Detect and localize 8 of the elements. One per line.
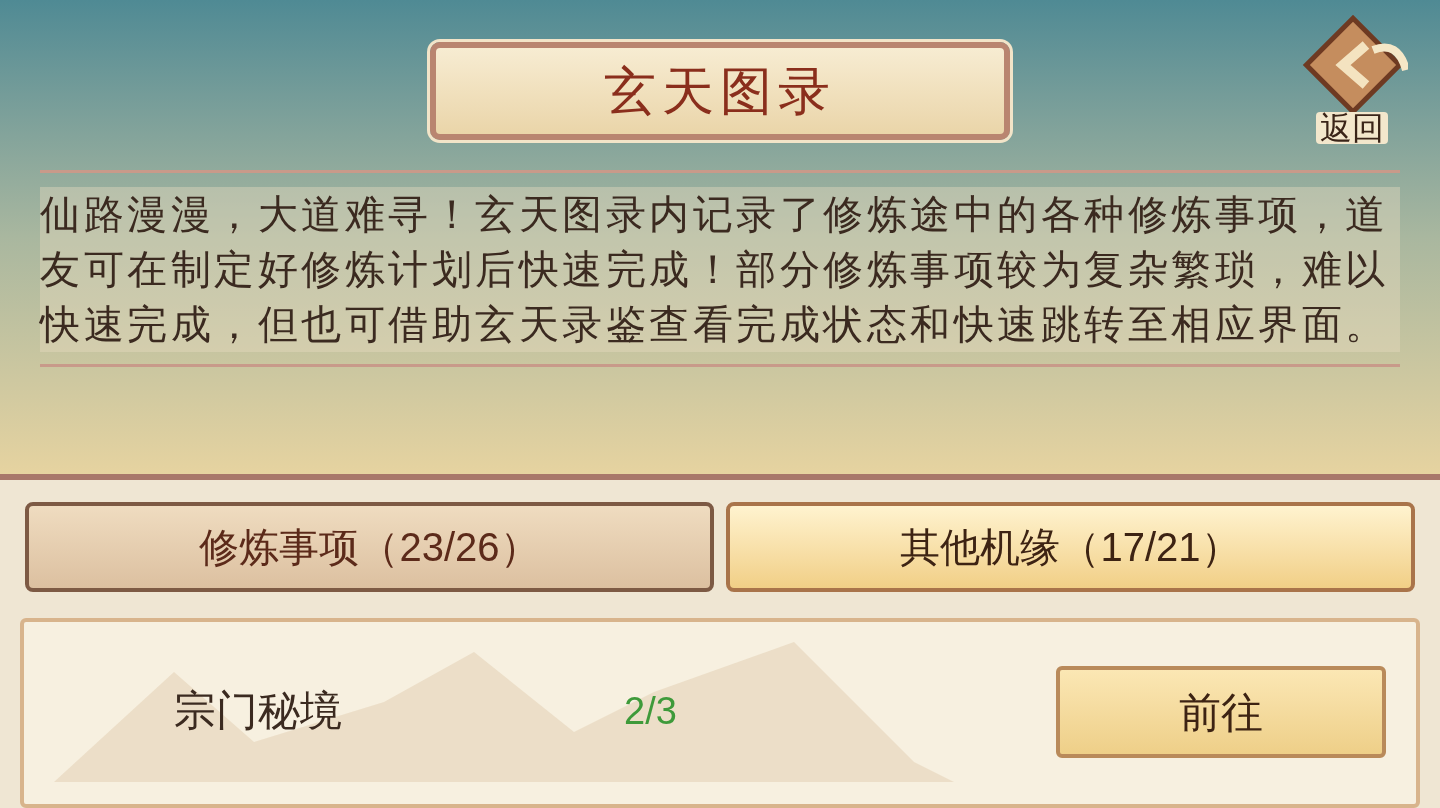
back-button[interactable]: 返回 [1292,8,1412,148]
go-button[interactable]: 前往 [1056,666,1386,758]
task-progress: 2/3 [624,689,678,734]
category-tab[interactable]: 其他机缘（17/21） [726,502,1415,592]
description-text: 仙路漫漫，大道难寻！玄天图录内记录了修炼途中的各种修炼事项，道友可在制定好修炼计划后快速完成！部分修炼事项较为复杂繁琐，难以快速完成，但也可借助玄天录鉴查看完成状态和快速跳转至相应界面。 [40,187,1400,352]
title-banner: 玄天图录 [430,42,1010,140]
category-tab[interactable]: 修炼事项（23/26） [25,502,714,592]
task-name: 宗门秘境 [174,686,343,736]
